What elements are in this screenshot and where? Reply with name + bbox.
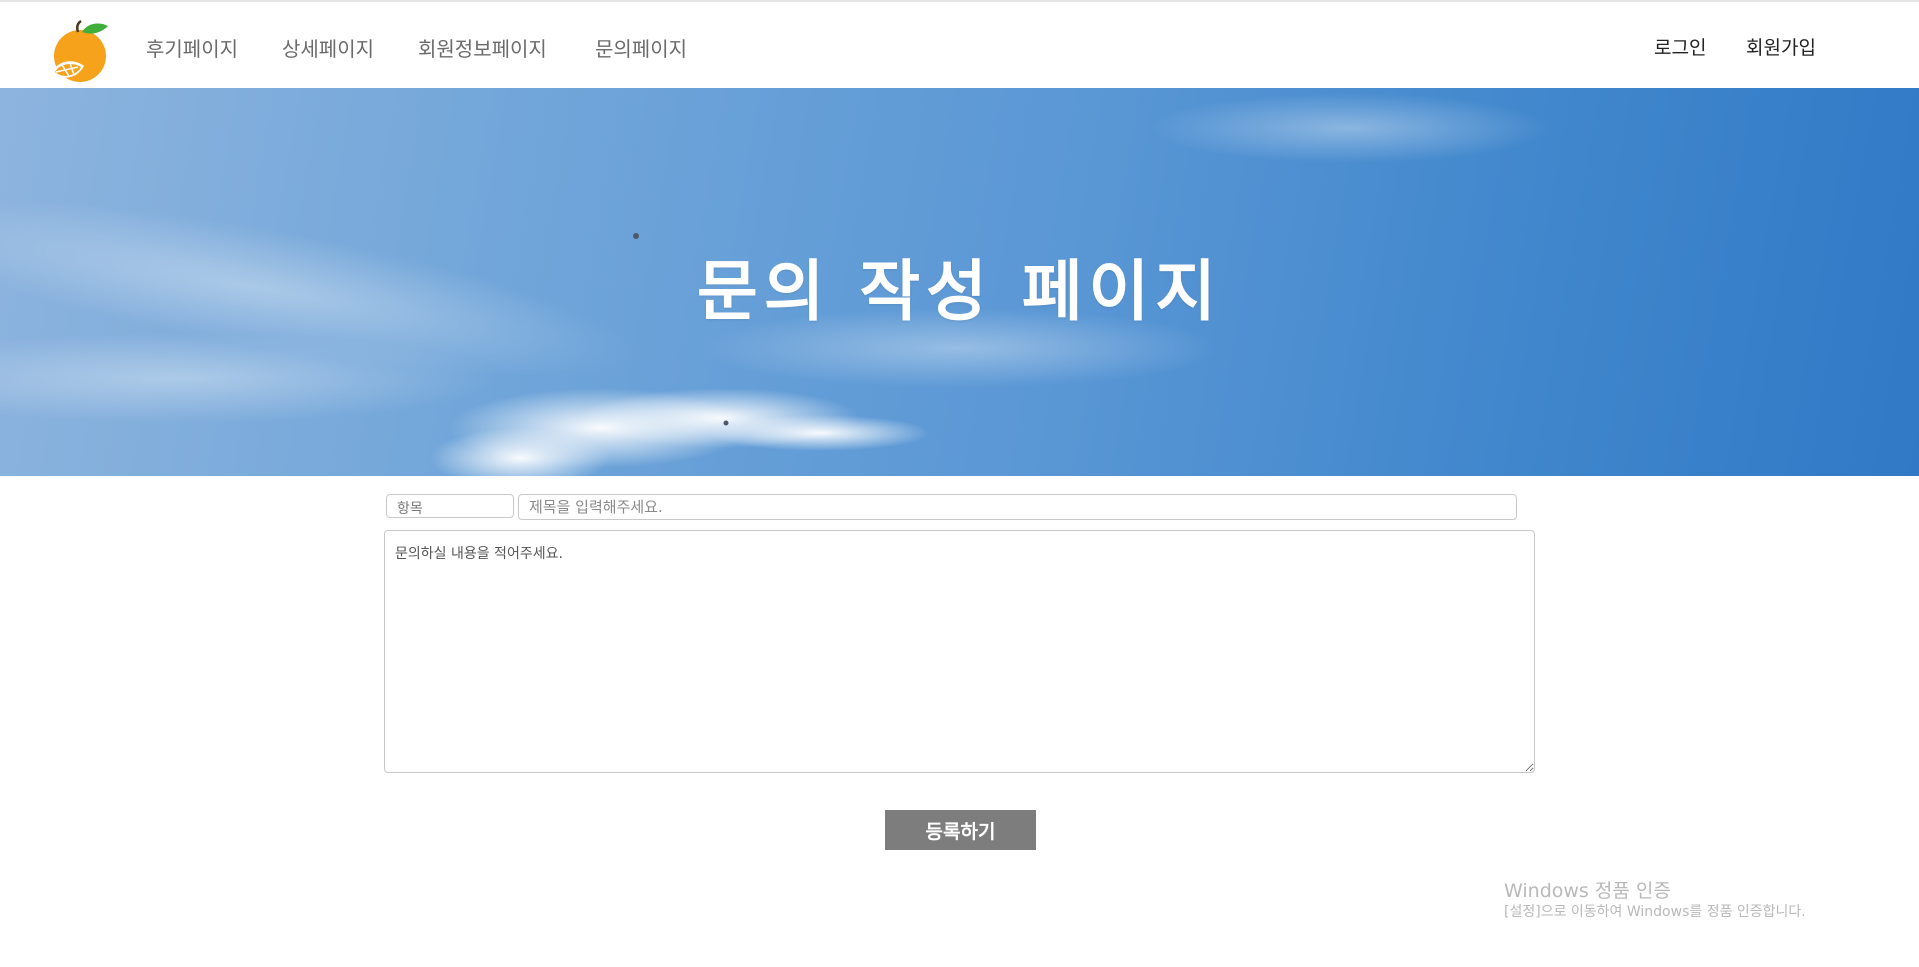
signup-link[interactable]: 회원가입 [1746,33,1816,60]
content-textarea[interactable] [384,530,1535,773]
page-title: 문의 작성 페이지 [697,253,1222,330]
top-navigation: 후기페이지 상세페이지 회원정보페이지 문의페이지 로그인 회원가입 [0,2,1919,88]
nav-link-member-info[interactable]: 회원정보페이지 [418,33,547,62]
windows-activation-title: Windows 정품 인증 [1504,880,1671,902]
nav-link-detail[interactable]: 상세페이지 [282,33,374,62]
nav-link-inquiry[interactable]: 문의페이지 [595,33,687,62]
orange-logo-icon[interactable] [48,20,116,84]
nav-link-reviews[interactable]: 후기페이지 [146,33,238,62]
title-input[interactable] [518,494,1517,520]
category-select[interactable]: 항목 [386,494,514,518]
windows-activation-subtitle: [설정]으로 이동하여 Windows를 정품 인증합니다. [1504,904,1806,920]
hero-banner: 문의 작성 페이지 [0,88,1919,476]
login-link[interactable]: 로그인 [1654,33,1706,60]
submit-button[interactable]: 등록하기 [885,810,1036,850]
